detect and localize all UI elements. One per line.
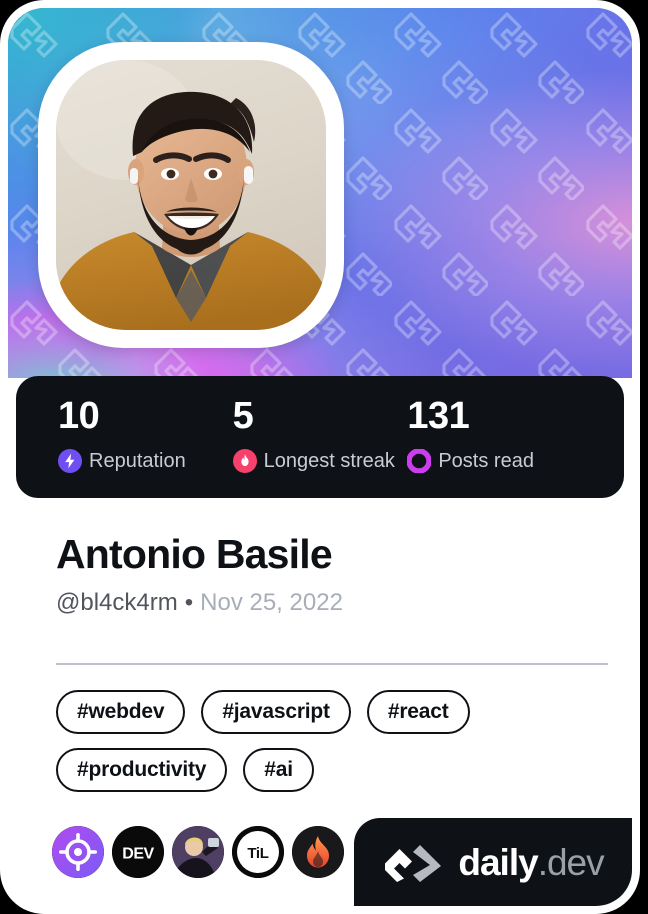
stat-reputation: 10 Reputation xyxy=(58,376,233,498)
join-date: Nov 25, 2022 xyxy=(200,589,343,617)
brand-name: daily xyxy=(458,841,538,883)
brand-tld: .dev xyxy=(537,841,605,883)
tag-list: #webdev #javascript #react #productivity… xyxy=(56,690,612,792)
til-badge-label: TiL xyxy=(247,845,268,862)
stat-reputation-label: Reputation xyxy=(89,450,186,472)
tag-ai[interactable]: #ai xyxy=(243,748,314,792)
til-source-badge[interactable]: TiL xyxy=(232,826,284,878)
reputation-bolt-icon xyxy=(58,449,82,473)
stat-longest-streak-value: 5 xyxy=(232,395,254,437)
stat-longest-streak: 5 Longest streak xyxy=(232,376,408,498)
stat-longest-streak-label: Longest streak xyxy=(263,450,395,472)
stat-posts-read-value: 131 xyxy=(407,395,470,437)
tag-webdev[interactable]: #webdev xyxy=(56,690,186,734)
brand-wordmark: daily.dev xyxy=(458,841,605,883)
brand-panel: daily.dev xyxy=(354,818,632,906)
tag-react[interactable]: #react xyxy=(366,690,470,734)
stat-posts-read-label: Posts read xyxy=(438,450,534,472)
tag-productivity[interactable]: #productivity xyxy=(56,748,228,792)
dev-to-source-badge[interactable]: DEV xyxy=(112,826,164,878)
streak-flame-icon xyxy=(232,449,257,473)
handle-and-join-date: @bl4ck4rm • Nov 25, 2022 xyxy=(56,591,608,615)
cover-banner xyxy=(8,8,632,378)
tag-javascript[interactable]: #javascript xyxy=(201,690,351,734)
identity-block: Antonio Basile @bl4ck4rm • Nov 25, 2022 xyxy=(56,531,608,615)
display-name: Antonio Basile xyxy=(56,531,333,577)
stat-posts-read: 131 Posts read xyxy=(407,376,582,498)
flame-source-badge[interactable] xyxy=(292,826,344,878)
avatar-photo xyxy=(56,60,326,330)
target-source-badge[interactable] xyxy=(52,826,104,878)
posts-read-ring-icon xyxy=(407,449,432,473)
devcard: 10 Reputation 5 Longest streak 131 Posts… xyxy=(8,8,632,906)
daily-dev-logo-icon xyxy=(385,845,442,882)
stats-bar: 10 Reputation 5 Longest streak 131 Posts… xyxy=(16,376,624,498)
avatar-source-badge[interactable] xyxy=(172,826,224,878)
avatar xyxy=(38,42,344,348)
dev-to-badge-label: DEV xyxy=(122,846,154,863)
section-divider xyxy=(56,663,608,665)
user-handle: @bl4ck4rm xyxy=(56,589,178,617)
source-badge-list: DEV TiL xyxy=(52,826,344,878)
stat-reputation-value: 10 xyxy=(58,395,100,437)
separator-dot: • xyxy=(184,589,194,617)
